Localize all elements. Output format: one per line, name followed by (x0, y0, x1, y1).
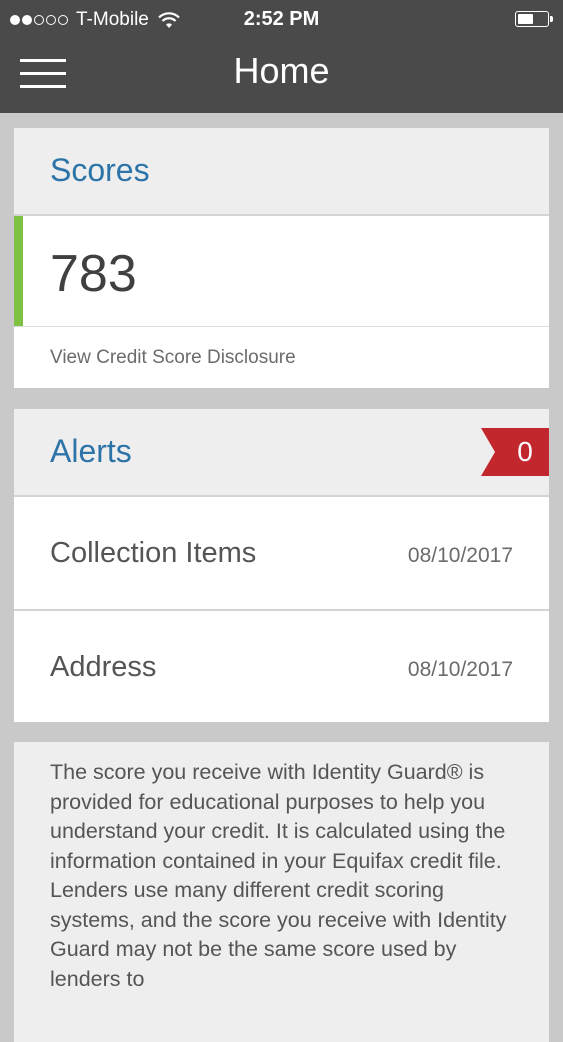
status-bar: T-Mobile 2:52 PM (0, 0, 563, 38)
alerts-heading: Alerts (50, 433, 132, 469)
score-info-card: The score you receive with Identity Guar… (14, 742, 549, 1042)
battery-level (518, 14, 534, 24)
scores-header: Scores (14, 128, 549, 216)
scores-heading: Scores (50, 152, 150, 188)
top-bar: T-Mobile 2:52 PM Home (0, 0, 563, 113)
status-time: 2:52 PM (243, 8, 320, 30)
alert-label: Collection Items (50, 537, 257, 569)
alert-date: 08/10/2017 (407, 658, 513, 681)
alert-count-badge: 0 (481, 428, 549, 476)
battery-icon (515, 11, 553, 27)
alerts-header[interactable]: Alerts 0 (14, 409, 549, 497)
score-accent-bar (14, 216, 23, 326)
alert-row-collection-items[interactable]: Collection Items 08/10/2017 (14, 497, 549, 611)
alert-count: 0 (517, 436, 533, 467)
alert-date: 08/10/2017 (407, 544, 513, 567)
alert-row-address[interactable]: Address 08/10/2017 (14, 611, 549, 723)
alerts-card: Alerts 0 Collection Items 08/10/2017 Add… (14, 409, 549, 722)
alert-label: Address (50, 651, 157, 683)
scores-card: Scores 783 View Credit Score Disclosure (14, 128, 549, 388)
credit-score-value: 783 (50, 245, 137, 303)
credit-score-disclosure-link[interactable]: View Credit Score Disclosure (50, 347, 296, 369)
page-title: Home (233, 50, 330, 91)
score-info-text: The score you receive with Identity Guar… (50, 760, 507, 991)
score-row[interactable]: 783 (14, 216, 549, 327)
